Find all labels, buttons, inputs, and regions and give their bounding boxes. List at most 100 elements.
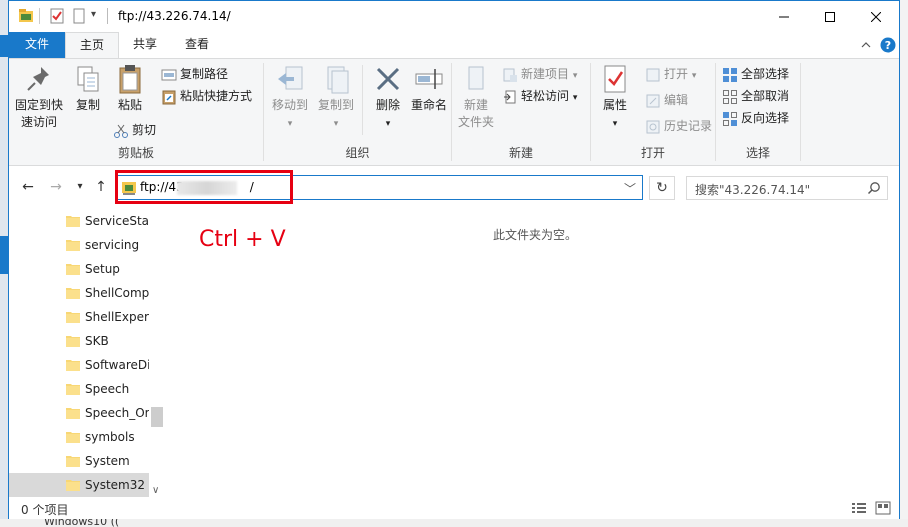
item-count: 0 个项目 xyxy=(21,503,69,517)
select-group-label: 选择 xyxy=(745,146,770,160)
nav-folder-item[interactable]: Speech xyxy=(9,377,149,401)
ribbon-tabs: 文件 主页 共享 查看 ? xyxy=(9,32,899,59)
tab-file[interactable]: 文件 xyxy=(9,32,65,58)
search-icon xyxy=(867,182,880,195)
copy-icon xyxy=(77,66,99,92)
scrollbar-thumb[interactable] xyxy=(151,407,163,427)
explorer-window: ▾ ftp://43.226.74.14/ 文件 主页 共享 查看 ? 固定到快… xyxy=(8,0,900,519)
select-none-button[interactable]: 全部取消 xyxy=(722,86,789,106)
nav-folder-item[interactable]: Speech_Or xyxy=(9,401,149,425)
up-arrow-icon[interactable]: ↑ xyxy=(93,179,109,195)
paste-button[interactable]: 粘贴 xyxy=(111,63,149,114)
title-bar: ▾ ftp://43.226.74.14/ xyxy=(9,1,899,32)
forward-arrow-icon[interactable]: → xyxy=(48,179,64,195)
nav-folder-label: SoftwareDi xyxy=(85,358,149,372)
copy-to-button[interactable]: 复制到 ▾ xyxy=(314,63,358,133)
pin-icon xyxy=(27,67,49,91)
window-title: ftp://43.226.74.14/ xyxy=(118,9,231,23)
taskbar-fragment-text: Windows10 (( xyxy=(44,519,120,527)
nav-folder-item-selected[interactable]: System32 xyxy=(9,473,149,497)
file-list-area[interactable]: Ctrl + V 此文件夹为空。 xyxy=(165,207,899,498)
properties-icon xyxy=(604,65,626,93)
nav-folder-item[interactable]: SoftwareDi xyxy=(9,353,149,377)
properties-button[interactable]: 属性 ▾ xyxy=(595,63,635,133)
paste-shortcut-button[interactable]: 粘贴快捷方式 xyxy=(161,86,252,106)
empty-folder-message: 此文件夹为空。 xyxy=(493,228,578,242)
history-icon xyxy=(646,120,660,133)
address-dropdown-icon[interactable]: ﹀ xyxy=(624,180,636,197)
search-box[interactable]: 搜索"43.226.74.14" xyxy=(686,176,888,200)
nav-folder-item[interactable]: Setup xyxy=(9,257,149,281)
nav-folder-item[interactable]: symbols xyxy=(9,425,149,449)
svg-text:?: ? xyxy=(885,39,891,52)
nav-folder-label: ServiceStat xyxy=(85,214,149,228)
copy-button[interactable]: 复制 xyxy=(69,63,107,114)
address-highlight-box xyxy=(115,170,293,204)
nav-folder-item[interactable]: System xyxy=(9,449,149,473)
new-item-label: 新建项目 xyxy=(521,67,570,81)
close-button[interactable] xyxy=(853,1,899,32)
new-item-icon xyxy=(503,68,517,82)
details-view-icon[interactable] xyxy=(851,501,867,515)
nav-folder-item[interactable]: ServiceStat xyxy=(9,209,149,233)
organize-group-label: 组织 xyxy=(345,146,370,160)
new-document-quick-icon[interactable] xyxy=(71,8,87,24)
delete-button[interactable]: 删除 ▾ xyxy=(368,63,408,133)
quick-access-dropdown-icon[interactable]: ▾ xyxy=(91,9,96,20)
nav-folder-label: ShellComp xyxy=(85,286,149,300)
move-to-icon xyxy=(278,66,303,90)
invert-selection-label: 反向选择 xyxy=(741,111,790,125)
rename-icon xyxy=(415,69,443,89)
copy-path-button[interactable]: 复制路径 xyxy=(161,64,228,84)
edit-button[interactable]: 编辑 xyxy=(645,90,688,110)
organize-group: 移动到 ▾ 复制到 ▾ 删除 ▾ 重命名 组织 xyxy=(264,59,451,165)
scissors-icon xyxy=(114,124,128,138)
refresh-button[interactable]: ↻ xyxy=(649,176,675,200)
tab-share[interactable]: 共享 xyxy=(119,32,171,58)
select-none-icon xyxy=(723,89,737,104)
select-all-button[interactable]: 全部选择 xyxy=(722,64,789,84)
help-icon[interactable]: ? xyxy=(880,37,896,53)
rename-button[interactable]: 重命名 xyxy=(408,63,450,114)
maximize-button[interactable] xyxy=(807,1,853,32)
select-group: 全部选择 全部取消 反向选择 选择 xyxy=(716,59,800,165)
easy-access-button[interactable]: 轻松访问 ▾ xyxy=(502,86,577,106)
folder-icon xyxy=(66,456,80,467)
folder-icon xyxy=(66,264,80,275)
nav-folder-item[interactable]: ShellComp xyxy=(9,281,149,305)
history-button[interactable]: 历史记录 xyxy=(645,116,712,136)
nav-folder-item[interactable]: SKB xyxy=(9,329,149,353)
scroll-down-icon[interactable]: ∨ xyxy=(152,485,159,496)
copy-path-label: 复制路径 xyxy=(180,67,229,81)
folder-icon xyxy=(66,384,80,395)
large-icons-view-icon[interactable] xyxy=(875,501,891,515)
new-item-button[interactable]: 新建项目 ▾ xyxy=(502,64,577,84)
select-all-label: 全部选择 xyxy=(741,67,790,81)
pin-to-quick-access-button[interactable]: 固定到快 速访问 xyxy=(13,63,65,131)
invert-selection-button[interactable]: 反向选择 xyxy=(722,108,789,128)
select-all-icon xyxy=(723,67,737,82)
pin-label-line1: 固定到快 xyxy=(14,98,63,112)
tab-home[interactable]: 主页 xyxy=(65,32,119,59)
nav-folder-item[interactable]: servicing xyxy=(9,233,149,257)
move-to-button[interactable]: 移动到 ▾ xyxy=(268,63,312,133)
move-to-label: 移动到 xyxy=(271,98,308,112)
folder-icon xyxy=(66,432,80,443)
recent-locations-chevron-icon[interactable]: ▾ xyxy=(72,179,88,195)
minimize-button[interactable] xyxy=(761,1,807,32)
properties-quick-icon[interactable] xyxy=(49,8,65,24)
search-placeholder: 搜索"43.226.74.14" xyxy=(695,183,811,197)
open-button[interactable]: 打开 ▾ xyxy=(645,64,696,84)
cut-button[interactable]: 剪切 xyxy=(113,120,156,140)
nav-folder-item[interactable]: ShellExperi xyxy=(9,305,149,329)
back-arrow-icon[interactable]: ← xyxy=(20,179,36,195)
delete-label: 删除 xyxy=(375,98,400,112)
new-folder-button[interactable]: 新建 文件夹 xyxy=(456,63,496,131)
edit-label: 编辑 xyxy=(664,93,689,107)
pin-label-line2: 速访问 xyxy=(20,115,57,129)
tab-view[interactable]: 查看 xyxy=(171,32,223,58)
nav-pane-scrollbar[interactable]: ∨ xyxy=(149,207,165,498)
nav-folder-label: System xyxy=(85,454,130,468)
nav-folder-label: symbols xyxy=(85,430,135,444)
collapse-ribbon-icon[interactable] xyxy=(861,41,871,49)
